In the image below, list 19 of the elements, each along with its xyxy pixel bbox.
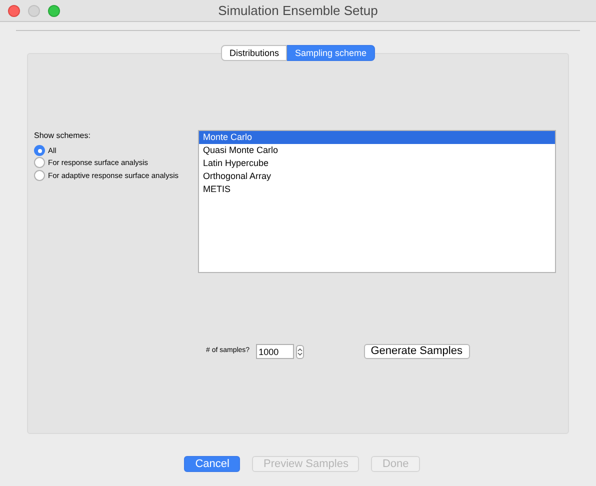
generate-samples-button[interactable]: Generate Samples: [364, 344, 470, 359]
window-title: Simulation Ensemble Setup: [218, 2, 378, 20]
radio-button[interactable]: [34, 145, 45, 156]
list-item[interactable]: Orthogonal Array: [199, 170, 555, 183]
dialog-button[interactable]: Cancel: [184, 456, 240, 472]
zoom-button[interactable]: [48, 4, 60, 16]
list-item[interactable]: Monte Carlo: [199, 131, 555, 144]
samples-field[interactable]: 1000: [256, 344, 294, 359]
tab[interactable]: Distributions: [221, 45, 287, 61]
minimize-button[interactable]: [28, 4, 40, 16]
radio-button[interactable]: [34, 157, 45, 168]
tab[interactable]: Sampling scheme: [286, 45, 375, 61]
show-schemes-label: Show schemes:: [34, 130, 92, 142]
radio-button[interactable]: [34, 170, 45, 181]
list-item[interactable]: Latin Hypercube: [199, 157, 555, 170]
list-item[interactable]: METIS: [199, 183, 555, 196]
stepper-icon[interactable]: [296, 344, 304, 358]
list-item[interactable]: Quasi Monte Carlo: [199, 144, 555, 157]
close-button[interactable]: [8, 4, 20, 16]
